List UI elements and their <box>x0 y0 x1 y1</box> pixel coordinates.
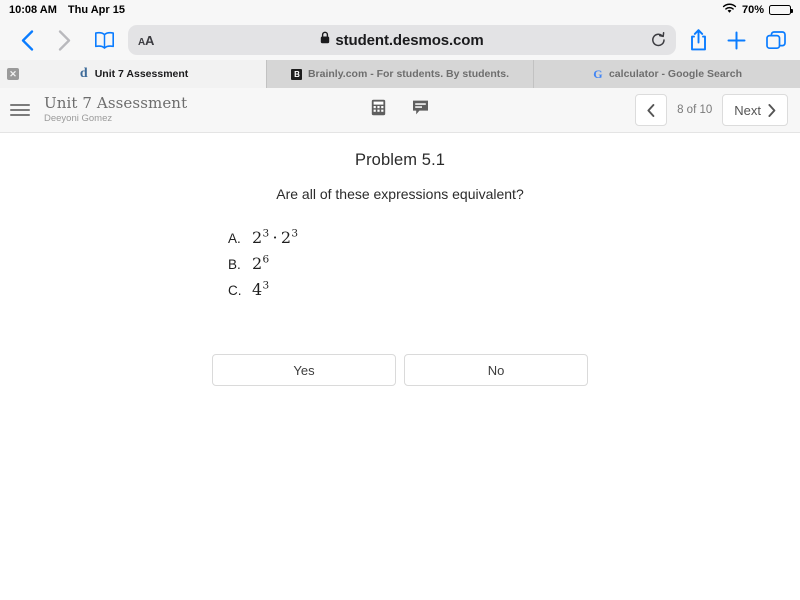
page-navigation: 8 of 10 Next <box>635 94 788 126</box>
google-favicon-icon: G <box>592 68 604 80</box>
choice-letter: C. <box>228 283 242 298</box>
browser-tab-2[interactable]: G calculator - Google Search <box>534 60 800 88</box>
question-prompt: Are all of these expressions equivalent? <box>276 186 524 202</box>
browser-tab-bar: ✕ d Unit 7 Assessment B Brainly.com - Fo… <box>0 60 800 88</box>
safari-toolbar: AA student.desmos.com <box>0 20 800 60</box>
page-title: Unit 7 Assessment <box>44 94 188 112</box>
wifi-icon <box>722 3 737 17</box>
ios-status-bar: 10:08 AM Thu Apr 15 70% <box>0 0 800 20</box>
choice-item-c: C. 43 <box>228 280 800 306</box>
desmos-favicon-icon: d <box>78 66 90 81</box>
calculator-icon[interactable] <box>371 99 386 121</box>
hamburger-menu-icon[interactable] <box>10 104 30 116</box>
tabs-overview-icon[interactable] <box>766 30 786 50</box>
browser-tab-1[interactable]: B Brainly.com - For students. By student… <box>267 60 534 88</box>
url-text: student.desmos.com <box>335 31 484 49</box>
choice-expression: 43 <box>252 279 270 299</box>
battery-icon <box>769 5 793 15</box>
url-display: student.desmos.com <box>128 31 676 49</box>
choice-expression: 23 · 23 <box>252 227 299 247</box>
close-tab-button[interactable]: ✕ <box>7 68 19 80</box>
text-size-button[interactable]: AA <box>138 33 154 48</box>
status-date: Thu Apr 15 <box>67 4 125 16</box>
choice-item-a: A. 23 · 23 <box>228 228 800 254</box>
bookmarks-icon[interactable] <box>84 31 124 49</box>
favicon-glyph: B <box>291 68 303 80</box>
answer-yes-button[interactable]: Yes <box>212 354 396 386</box>
browser-tab-title-2: calculator - Google Search <box>608 68 743 80</box>
activity-title-block: Unit 7 Assessment Deeyoni Gomez <box>44 95 187 125</box>
browser-tab-title-1: Brainly.com - For students. By students. <box>307 68 510 80</box>
toolbar-right-actions <box>682 29 790 51</box>
comment-icon[interactable] <box>412 99 429 121</box>
choice-item-b: B. 26 <box>228 254 800 280</box>
choice-letter: B. <box>228 257 241 272</box>
next-page-button[interactable]: Next <box>722 94 788 126</box>
answer-buttons: Yes No <box>0 354 800 386</box>
choice-letter: A. <box>228 231 241 246</box>
choice-expression: 26 <box>252 253 270 273</box>
favicon-glyph: G <box>593 67 603 81</box>
page-indicator: 8 of 10 <box>677 104 713 116</box>
url-bar[interactable]: AA student.desmos.com <box>128 25 676 55</box>
new-tab-icon[interactable] <box>727 31 746 50</box>
previous-page-button[interactable] <box>635 94 668 126</box>
choice-list: A. 23 · 23 B. 26 C. 43 <box>0 228 800 306</box>
next-button-label: Next <box>734 102 761 118</box>
status-bar-right: 70% <box>722 3 793 17</box>
browser-tab-title-0: Unit 7 Assessment <box>94 68 189 80</box>
share-icon[interactable] <box>690 29 707 51</box>
status-bar-left: 10:08 AM Thu Apr 15 <box>9 4 125 16</box>
browser-tab-0[interactable]: ✕ d Unit 7 Assessment <box>0 60 267 88</box>
problem-content: Problem 5.1 Are all of these expressions… <box>0 133 800 386</box>
favicon-glyph: d <box>79 66 88 81</box>
problem-title: Problem 5.1 <box>354 151 446 169</box>
battery-percent-label: 70% <box>741 4 764 16</box>
status-time: 10:08 AM <box>9 4 57 16</box>
back-button[interactable] <box>10 29 44 51</box>
chevron-right-icon <box>768 103 776 117</box>
answer-no-button[interactable]: No <box>404 354 588 386</box>
reload-button[interactable] <box>651 32 666 48</box>
activity-header: Unit 7 Assessment Deeyoni Gomez 8 of 10 … <box>0 88 800 133</box>
student-name: Deeyoni Gomez <box>44 113 113 124</box>
brainly-favicon-icon: B <box>291 68 303 80</box>
forward-button[interactable] <box>44 29 84 51</box>
lock-icon <box>320 31 330 49</box>
